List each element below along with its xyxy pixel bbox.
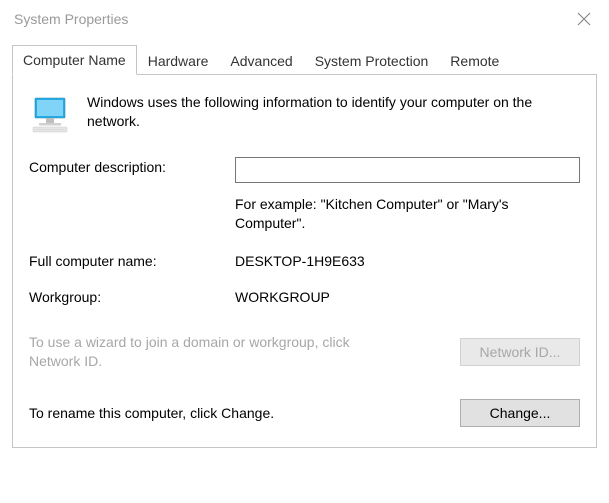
close-icon[interactable]	[573, 8, 595, 30]
monitor-icon	[29, 93, 73, 137]
full-name-value: DESKTOP-1H9E633	[235, 251, 580, 269]
workgroup-value: WORKGROUP	[235, 287, 580, 305]
tab-bar: Computer Name Hardware Advanced System P…	[12, 44, 597, 75]
tab-advanced[interactable]: Advanced	[219, 46, 303, 75]
network-id-button: Network ID...	[460, 338, 580, 366]
description-label: Computer description:	[29, 157, 229, 175]
change-button[interactable]: Change...	[460, 399, 580, 427]
tab-system-protection[interactable]: System Protection	[304, 46, 440, 75]
workgroup-label: Workgroup:	[29, 287, 229, 305]
wizard-text: To use a wizard to join a domain or work…	[29, 333, 389, 371]
tab-computer-name[interactable]: Computer Name	[12, 45, 137, 75]
description-input[interactable]	[235, 157, 580, 183]
description-example: For example: "Kitchen Computer" or "Mary…	[235, 195, 580, 233]
tab-panel-computer-name: Windows uses the following information t…	[12, 75, 597, 448]
window-title: System Properties	[14, 11, 128, 27]
change-text: To rename this computer, click Change.	[29, 405, 274, 421]
tab-remote[interactable]: Remote	[439, 46, 510, 75]
full-name-label: Full computer name:	[29, 251, 229, 269]
intro-text: Windows uses the following information t…	[87, 93, 580, 131]
tab-hardware[interactable]: Hardware	[137, 46, 220, 75]
